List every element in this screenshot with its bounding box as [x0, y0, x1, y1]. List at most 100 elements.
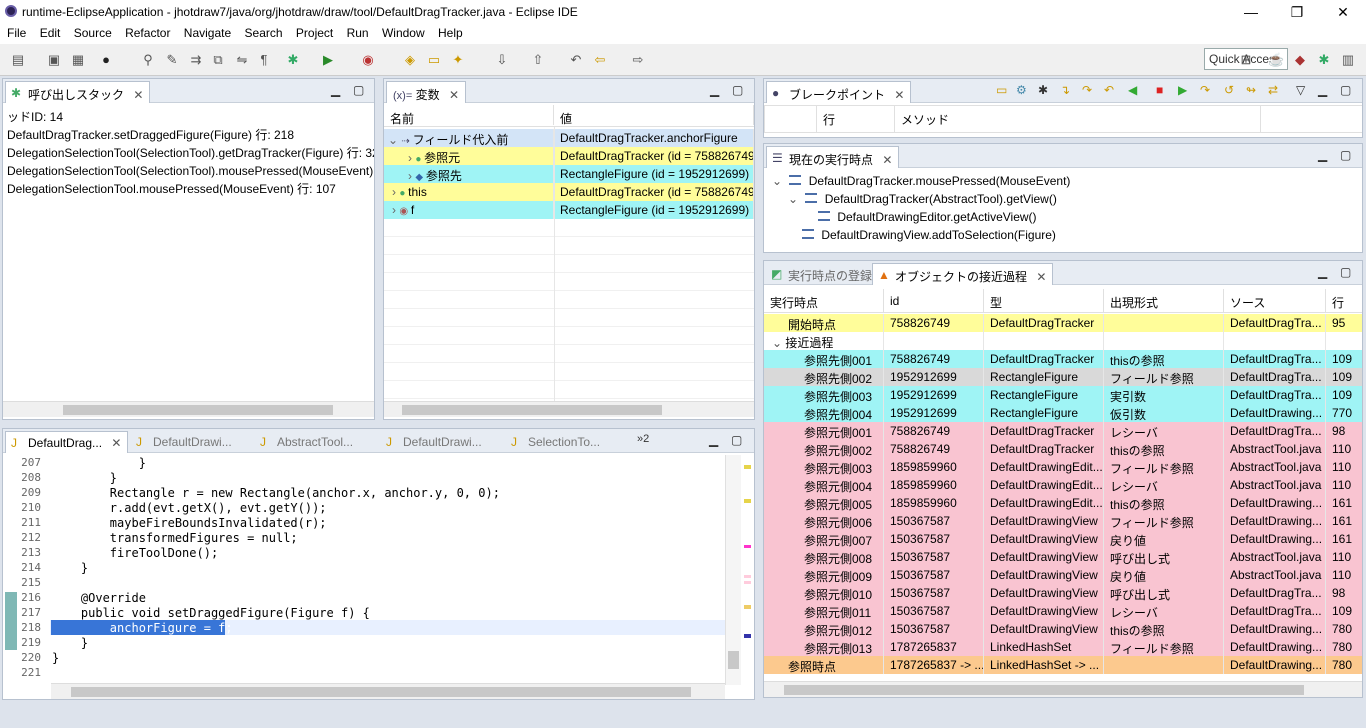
close-icon[interactable]: ✕	[882, 153, 892, 167]
horizontal-scrollbar[interactable]	[3, 401, 374, 417]
save-icon[interactable]: ▣	[46, 52, 62, 68]
approach-row[interactable]: 参照先側003 1952912699 RectangleFigure 実引数 Defau…	[764, 386, 1362, 404]
approach-row[interactable]: 参照元側005 1859859960 DefaultDrawingEdit... th…	[764, 494, 1362, 512]
code-line[interactable]: transformedFigures = null;	[52, 531, 298, 545]
open-folder-icon[interactable]: ▭	[426, 52, 442, 68]
tab-callstack[interactable]: ✱ 呼び出しスタック ✕	[5, 81, 151, 103]
approach-row[interactable]: 開始時点 758826749 DefaultDragTracker DefaultDr…	[764, 314, 1362, 332]
copy-icon[interactable]: ⧉	[210, 52, 226, 68]
callstack-line[interactable]: DelegationSelectionTool(SelectionTool).m…	[7, 162, 374, 179]
scrollbar-thumb[interactable]	[402, 405, 662, 415]
code-line[interactable]: }	[52, 471, 117, 485]
col-type[interactable]: 型	[984, 289, 1104, 313]
variable-row[interactable]: ⌄ ⇢ フィールド代入前 DefaultDragTracker.anchorFig…	[384, 129, 754, 147]
new-icon[interactable]: ▤	[10, 52, 26, 68]
minimize-view-icon[interactable]: ▁	[710, 83, 719, 97]
tree-item[interactable]: ⌄ DefaultDragTracker.mousePressed(MouseE…	[772, 174, 1070, 188]
menu-edit[interactable]: Edit	[40, 24, 61, 40]
callstack-line[interactable]: DelegationSelectionTool(SelectionTool).g…	[7, 144, 374, 161]
code-line[interactable]: anchorFigure = f;	[52, 621, 233, 635]
scrollbar-thumb[interactable]	[728, 651, 739, 669]
annotation-icon[interactable]: ⇩	[494, 52, 510, 68]
back-icon[interactable]: ⇦	[592, 52, 608, 68]
scrollbar-thumb[interactable]	[63, 405, 333, 415]
maximize-view-icon[interactable]: ▢	[731, 433, 742, 447]
menu-run[interactable]: Run	[347, 24, 369, 40]
variable-row[interactable]: › ● this DefaultDragTracker (id = 7588267…	[384, 183, 754, 201]
close-icon[interactable]: ✕	[894, 88, 904, 102]
code-line[interactable]: }	[52, 561, 88, 575]
maximize-view-icon[interactable]: ▢	[732, 83, 743, 97]
step-over-icon[interactable]: ↷	[1082, 83, 1092, 97]
tab-editor-2[interactable]: J DefaultDrawi...	[131, 431, 238, 453]
tree-item[interactable]: ⌄ DefaultDragTracker(AbstractTool).getVi…	[788, 192, 1057, 206]
col-value[interactable]: 値	[554, 105, 754, 125]
variable-row[interactable]: › ● 参照元 DefaultDragTracker (id = 75882674…	[384, 147, 754, 165]
col-form[interactable]: 出現形式	[1104, 289, 1224, 313]
maximize-view-icon[interactable]: ▢	[1340, 265, 1351, 279]
approach-row[interactable]: 参照元側010 150367587 DefaultDrawingView 呼び出し式 D…	[764, 584, 1362, 602]
code-line[interactable]: fireToolDone();	[52, 546, 218, 560]
vertical-scrollbar[interactable]	[725, 455, 741, 685]
use-step-filter-icon[interactable]: ⇄	[1268, 83, 1278, 97]
prev-annotation-icon[interactable]: ⇧	[530, 52, 546, 68]
debug-icon[interactable]: ✱	[285, 52, 301, 68]
scrollbar-thumb[interactable]	[71, 687, 691, 697]
step-return-icon[interactable]: ↶	[1104, 83, 1114, 97]
menu-window[interactable]: Window	[382, 24, 425, 40]
scrollbar-thumb[interactable]	[784, 685, 1304, 695]
menu-file[interactable]: File	[7, 24, 26, 40]
step-icon[interactable]: ⇉	[188, 52, 204, 68]
paragraph-icon[interactable]: ¶	[256, 52, 272, 68]
code-line[interactable]: public void setDraggedFigure(Figure f) {	[52, 606, 370, 620]
tab-current-point[interactable]: ☰ 現在の実行時点 ✕	[766, 146, 900, 168]
approach-row[interactable]: 参照先側002 1952912699 RectangleFigure フィールド参照 D…	[764, 368, 1362, 386]
maximize-view-icon[interactable]: ▢	[353, 83, 364, 97]
col-method[interactable]: メソッド	[895, 106, 1261, 132]
close-icon[interactable]: ✕	[111, 436, 121, 450]
compare-icon[interactable]: ⇋	[234, 52, 250, 68]
tree-item[interactable]: DefaultDrawingEditor.getActiveView()	[818, 210, 1037, 224]
approach-row[interactable]: 参照先側004 1952912699 RectangleFigure 仮引数 Defau…	[764, 404, 1362, 422]
step-back-icon[interactable]: ↷	[1200, 83, 1210, 97]
col-bp-blank[interactable]	[765, 106, 817, 132]
maximize-view-icon[interactable]: ▢	[1340, 83, 1351, 97]
approach-row[interactable]: 参照元側007 150367587 DefaultDrawingView 戻り値 Def…	[764, 530, 1362, 548]
code-line[interactable]: maybeFireBoundsInvalidated(r);	[52, 516, 327, 530]
col-source[interactable]: ソース	[1224, 289, 1326, 313]
approach-row[interactable]: 参照元側009 150367587 DefaultDrawingView 戻り値 Abs…	[764, 566, 1362, 584]
approach-row[interactable]: 参照元側006 150367587 DefaultDrawingView フィールド参…	[764, 512, 1362, 530]
col-line[interactable]: 行	[1326, 289, 1362, 313]
pin-icon[interactable]: ⚲	[140, 52, 156, 68]
chevron-down-icon[interactable]: ⌄	[788, 192, 798, 206]
maximize-button[interactable]: ❐	[1274, 0, 1320, 24]
code-line[interactable]: @Override	[52, 591, 146, 605]
chevron-down-icon[interactable]: ⌄	[772, 174, 782, 188]
horizontal-scrollbar[interactable]	[384, 401, 754, 417]
user-icon[interactable]: ●	[98, 52, 114, 68]
close-icon[interactable]: ✕	[1036, 270, 1046, 284]
minimize-view-icon[interactable]: ▁	[1318, 148, 1327, 162]
last-edit-icon[interactable]: ↶	[568, 52, 584, 68]
minimize-view-icon[interactable]: ▁	[709, 433, 718, 447]
tab-editor-5[interactable]: J SelectionTo...	[506, 431, 606, 453]
close-icon[interactable]: ✕	[449, 88, 459, 102]
minimize-view-icon[interactable]: ▁	[1318, 265, 1327, 279]
new-package-icon[interactable]: ◈	[402, 52, 418, 68]
approach-row[interactable]: 参照元側003 1859859960 DefaultDrawingEdit... フィ…	[764, 458, 1362, 476]
git-perspective-icon[interactable]: ◆	[1292, 52, 1308, 68]
tab-register-point[interactable]: ◩ 実行時点の登録	[766, 263, 878, 285]
menu-help[interactable]: Help	[438, 24, 463, 40]
callstack-line[interactable]: DefaultDragTracker.setDraggedFigure(Figu…	[7, 126, 294, 143]
approach-row[interactable]: 参照時点 1787265837 -> ... LinkedHashSet -> ..…	[764, 656, 1362, 674]
maximize-view-icon[interactable]: ▢	[1340, 148, 1351, 162]
tab-breakpoints[interactable]: ● ブレークポイント ✕	[766, 81, 912, 103]
run-icon[interactable]: ▶	[320, 52, 336, 68]
tab-editor-4[interactable]: J DefaultDrawi...	[381, 431, 488, 453]
connect-icon[interactable]: ⚙	[1016, 83, 1027, 97]
approach-row[interactable]: 参照元側004 1859859960 DefaultDrawingEdit... レシ…	[764, 476, 1362, 494]
code-line[interactable]: Rectangle r = new Rectangle(anchor.x, an…	[52, 486, 500, 500]
minimize-view-icon[interactable]: ▁	[331, 83, 340, 97]
col-line[interactable]: 行	[817, 106, 895, 132]
menu-search[interactable]: Search	[245, 24, 283, 40]
